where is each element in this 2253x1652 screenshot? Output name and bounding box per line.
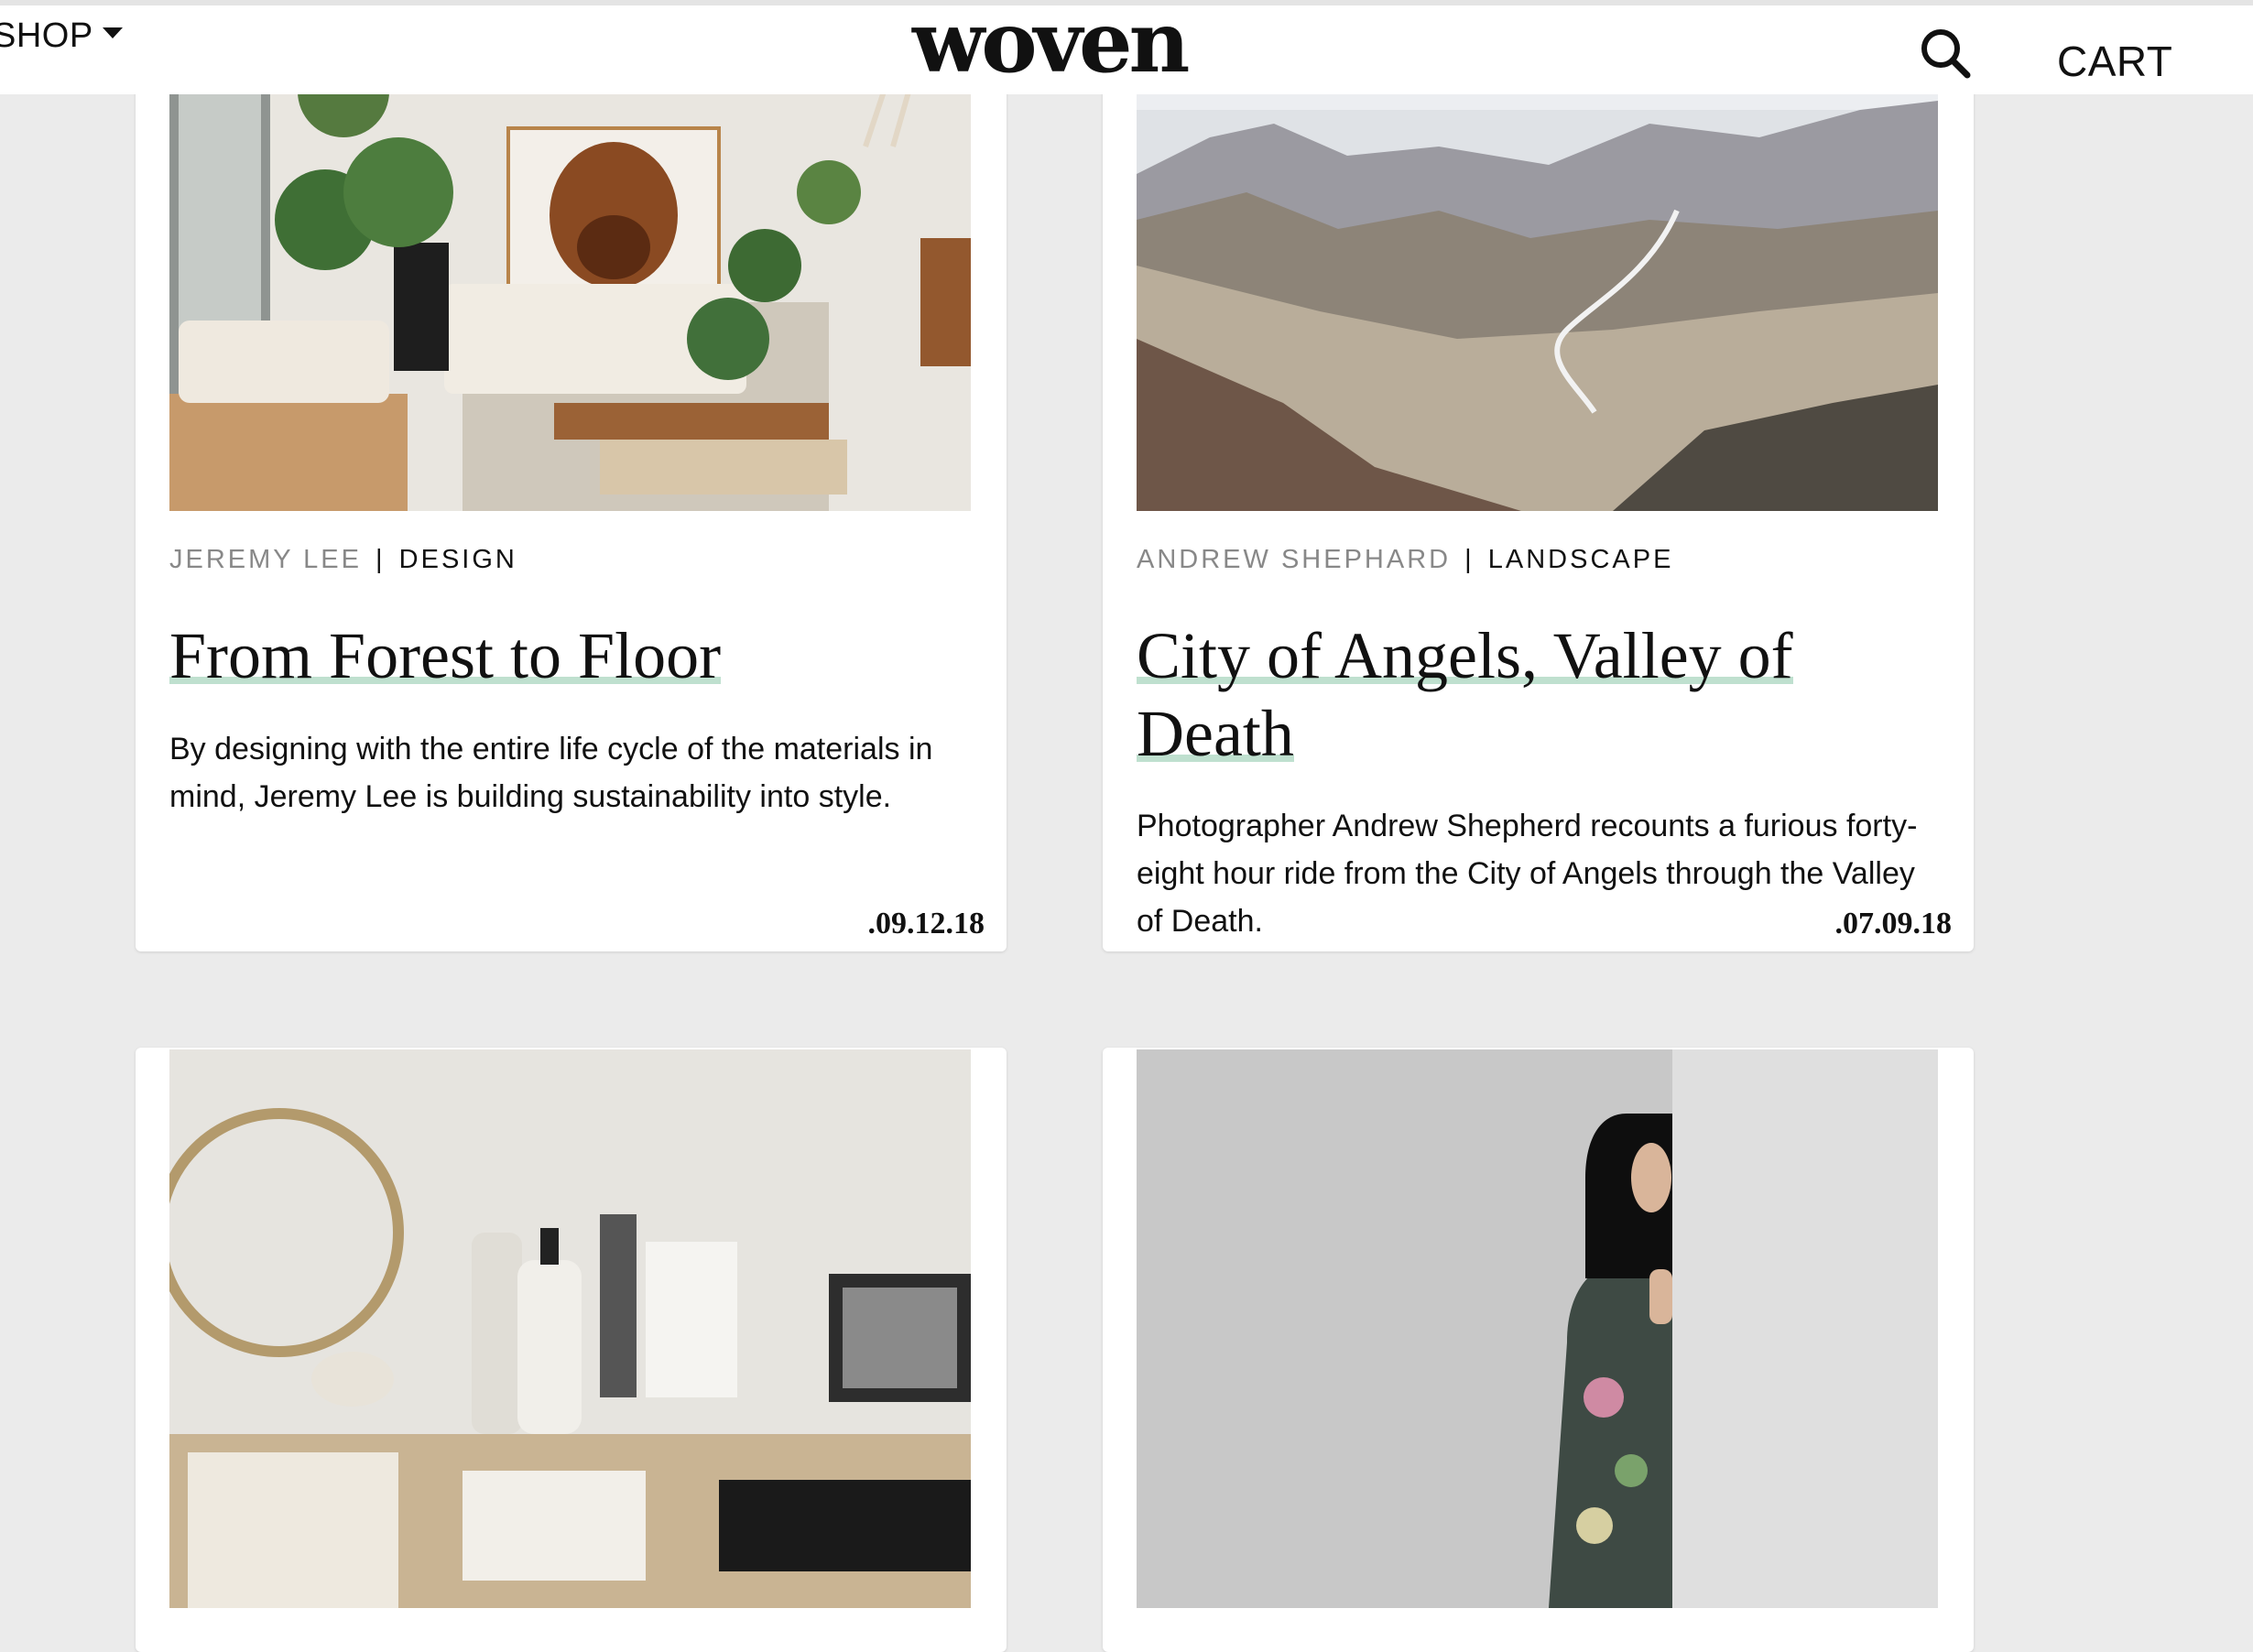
article-meta: JEREMY LEE | DESIGN (169, 545, 517, 575)
meta-separator: | (376, 545, 386, 574)
article-meta: ANDREW SHEPHARD | LANDSCAPE (1137, 545, 1673, 575)
search-icon[interactable] (1918, 26, 1973, 81)
article-date: .07.09.18 (1834, 907, 1953, 940)
caret-down-icon[interactable] (102, 27, 123, 38)
article-excerpt: By designing with the entire life cycle … (169, 732, 933, 814)
article-category[interactable]: LANDSCAPE (1488, 545, 1674, 574)
article-author[interactable]: ANDREW SHEPHARD (1137, 545, 1451, 574)
cart-link[interactable]: CART (2057, 37, 2172, 86)
article-image[interactable] (1137, 37, 1938, 511)
article-card[interactable] (136, 1048, 1007, 1652)
article-title-text[interactable]: City of Angels, Valley of Death (1137, 619, 1793, 770)
article-card[interactable]: JEREMY LEE | DESIGN From Forest to Floor… (136, 37, 1007, 951)
site-logo[interactable]: woven (912, 0, 1190, 92)
article-image[interactable] (1137, 1049, 1938, 1608)
article-title-text[interactable]: From Forest to Floor (169, 619, 722, 692)
article-card[interactable] (1103, 1048, 1974, 1652)
article-title[interactable]: From Forest to Floor (169, 617, 957, 695)
shop-label[interactable]: SHOP (0, 16, 93, 55)
article-card[interactable]: ANDREW SHEPHARD | LANDSCAPE City of Ange… (1103, 37, 1974, 951)
article-author[interactable]: JEREMY LEE (169, 545, 362, 574)
article-image[interactable] (169, 1049, 971, 1608)
shop-menu[interactable]: SHOP (0, 16, 123, 56)
article-category[interactable]: DESIGN (399, 545, 517, 574)
article-image[interactable] (169, 37, 971, 511)
meta-separator: | (1464, 545, 1475, 574)
article-date: .09.12.18 (867, 907, 985, 940)
article-excerpt: Photographer Andrew Shepherd recounts a … (1137, 809, 1918, 939)
article-title[interactable]: City of Angels, Valley of Death (1137, 617, 1924, 773)
site-header: SHOP woven CART (0, 0, 2253, 94)
